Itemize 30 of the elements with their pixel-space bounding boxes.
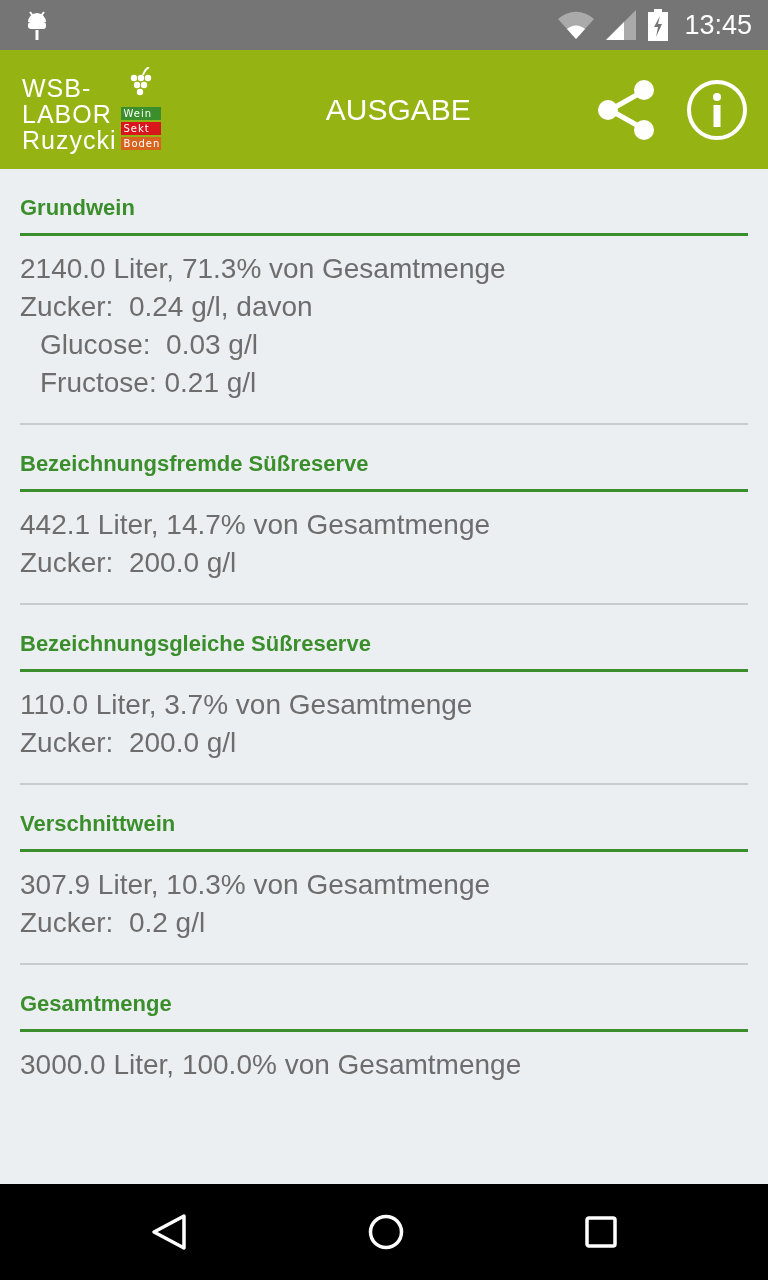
section-heading: Bezeichnungsgleiche Süßreserve xyxy=(20,631,748,672)
result-line: Zucker: 200.0 g/l xyxy=(20,726,238,760)
logo-tag: Sekt xyxy=(120,121,161,135)
logo-tag: Boden xyxy=(120,136,161,150)
result-line: 110.0 Liter, 3.7% von Gesamtmenge xyxy=(20,688,474,722)
section-heading: Bezeichnungsfremde Süßreserve xyxy=(20,451,748,492)
recents-icon[interactable] xyxy=(585,1216,618,1248)
logo-text: Ruzycki xyxy=(22,126,117,153)
result-line: Zucker: 0.2 g/l xyxy=(20,906,207,940)
screen-title: AUSGABE xyxy=(324,92,471,127)
result-line: 2140.0 Liter, 71.3% von Gesamtmenge xyxy=(20,252,507,286)
home-icon[interactable] xyxy=(368,1214,404,1250)
result-line: Glucose: 0.03 g/l xyxy=(39,328,259,362)
logo-tag: Wein xyxy=(120,106,161,120)
section-heading: Gesamtmenge xyxy=(20,991,748,1032)
signal-icon xyxy=(606,10,637,40)
logo-text: WSB- xyxy=(22,74,93,101)
section-heading: Grundwein xyxy=(20,195,748,236)
result-line: 307.9 Liter, 10.3% von Gesamtmenge xyxy=(20,868,492,902)
clock-time: 13:45 xyxy=(684,9,752,41)
section-heading: Verschnittwein xyxy=(20,811,748,852)
result-line: Zucker: 200.0 g/l xyxy=(20,546,238,580)
wifi-icon xyxy=(558,11,595,39)
result-line: 3000.0 Liter, 100.0% von Gesamtmenge xyxy=(20,1048,523,1082)
result-line: 442.1 Liter, 14.7% von Gesamtmenge xyxy=(20,508,492,542)
battery-icon xyxy=(648,9,669,41)
result-line: Fructose: 0.21 g/l xyxy=(39,366,258,400)
result-line: Zucker: 0.24 g/l, davon xyxy=(20,290,314,324)
back-icon[interactable] xyxy=(150,1213,187,1251)
logo-text: LABOR xyxy=(22,100,113,127)
